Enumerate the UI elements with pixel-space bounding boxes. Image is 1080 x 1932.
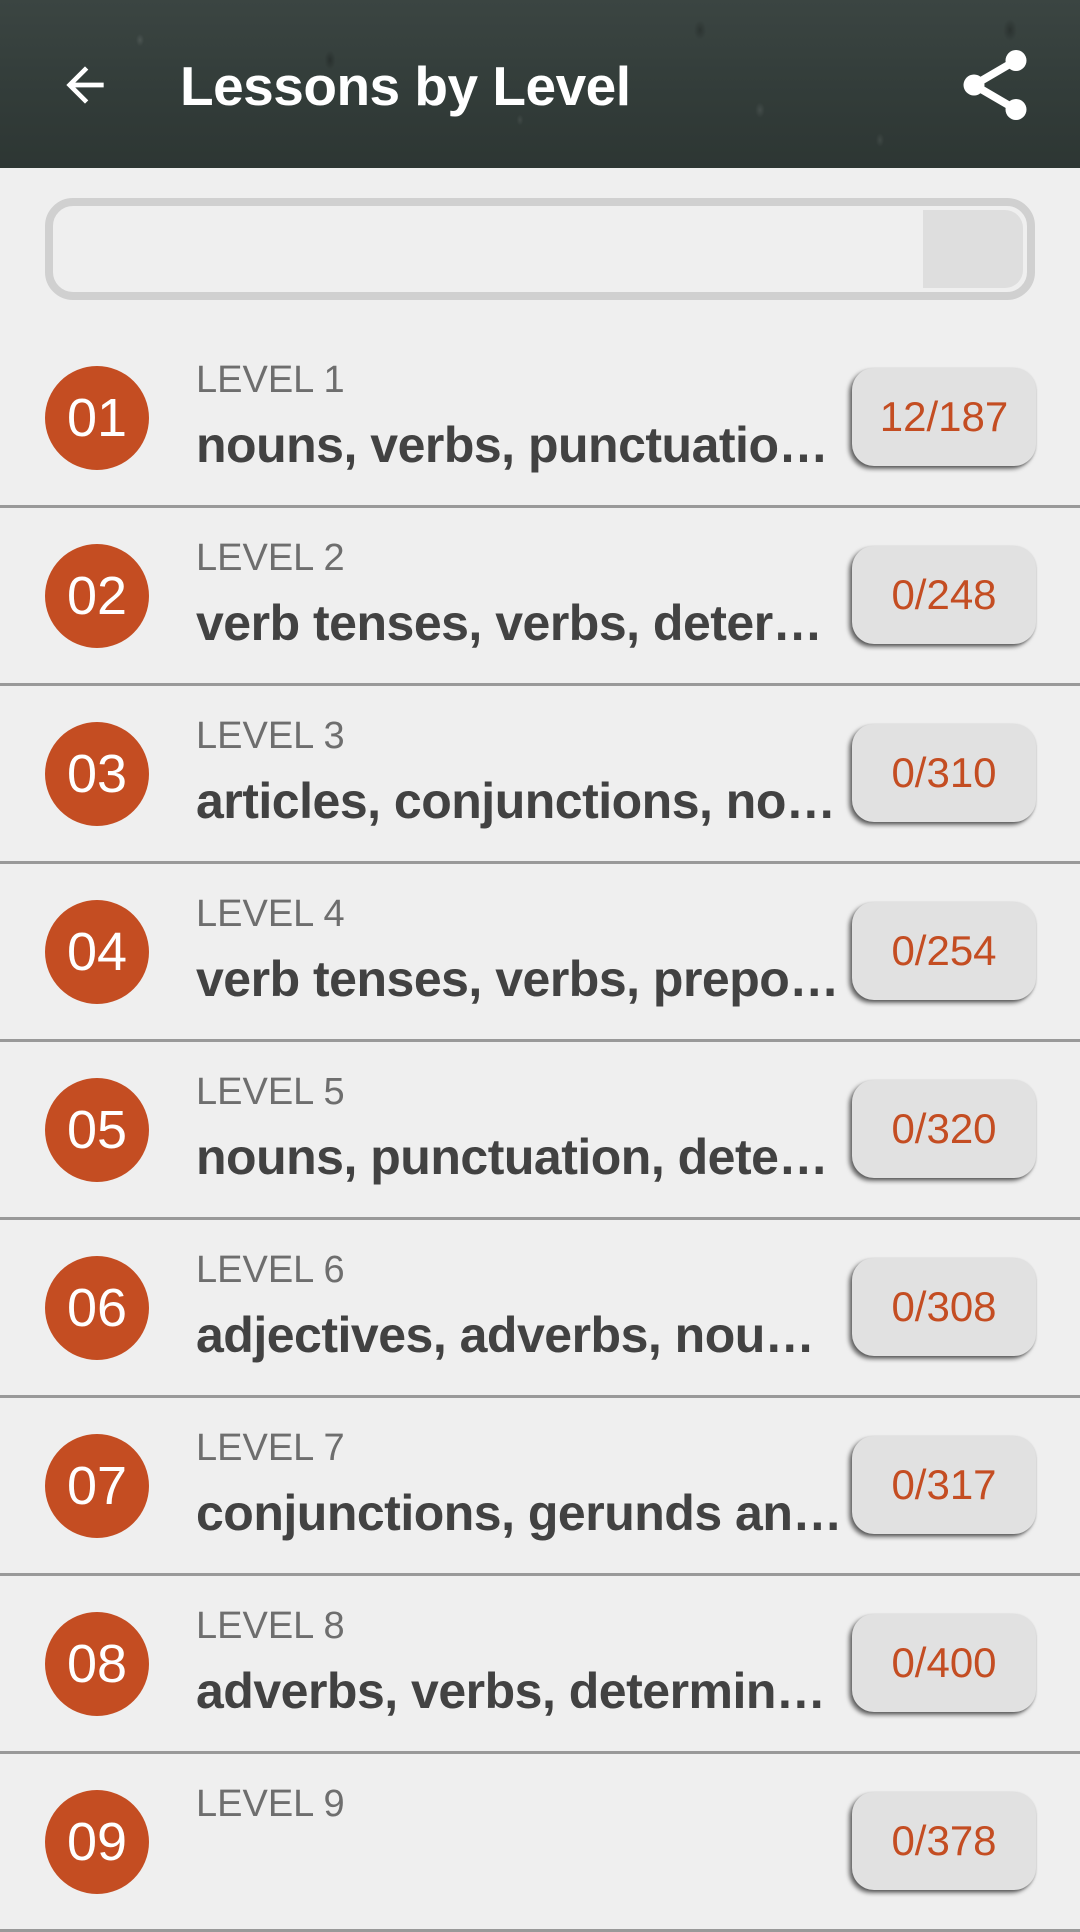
level-row[interactable]: 04 LEVEL 4 verb tenses, verbs, prepo… 0/… bbox=[0, 864, 1080, 1042]
level-topics: verb tenses, verbs, prepo… bbox=[196, 951, 839, 1007]
level-number-badge: 05 bbox=[45, 1078, 149, 1182]
level-label: LEVEL 8 bbox=[196, 1605, 345, 1647]
level-number-badge: 08 bbox=[45, 1612, 149, 1716]
share-icon bbox=[963, 50, 1027, 120]
level-list: 01 LEVEL 1 nouns, verbs, punctuatio… 12/… bbox=[0, 330, 1080, 1932]
level-row[interactable]: 02 LEVEL 2 verb tenses, verbs, deter… 0/… bbox=[0, 508, 1080, 686]
level-number-badge: 04 bbox=[45, 900, 149, 1004]
level-topics: adverbs, verbs, determin… bbox=[196, 1663, 826, 1719]
level-row[interactable]: 09 LEVEL 9 0/378 bbox=[0, 1754, 1080, 1932]
level-label: LEVEL 9 bbox=[196, 1783, 345, 1825]
level-row[interactable]: 01 LEVEL 1 nouns, verbs, punctuatio… 12/… bbox=[0, 330, 1080, 508]
level-topics: articles, conjunctions, no… bbox=[196, 773, 836, 829]
level-row[interactable]: 08 LEVEL 8 adverbs, verbs, determin… 0/4… bbox=[0, 1576, 1080, 1754]
level-label: LEVEL 6 bbox=[196, 1249, 345, 1291]
level-row[interactable]: 05 LEVEL 5 nouns, punctuation, dete… 0/3… bbox=[0, 1042, 1080, 1220]
level-progress-badge[interactable]: 0/248 bbox=[852, 546, 1036, 644]
overall-progress-bar bbox=[45, 198, 1035, 300]
level-progress-badge[interactable]: 0/254 bbox=[852, 902, 1036, 1000]
page-title: Lessons by Level bbox=[180, 55, 631, 117]
level-number-badge: 02 bbox=[45, 544, 149, 648]
level-label: LEVEL 1 bbox=[196, 359, 345, 401]
level-label: LEVEL 7 bbox=[196, 1427, 345, 1469]
level-topics: nouns, verbs, punctuatio… bbox=[196, 417, 828, 473]
level-number-badge: 07 bbox=[45, 1434, 149, 1538]
app-bar: Lessons by Level bbox=[0, 0, 1080, 168]
share-button[interactable] bbox=[950, 40, 1040, 130]
level-number-badge: 01 bbox=[45, 366, 149, 470]
level-progress-badge[interactable]: 0/308 bbox=[852, 1258, 1036, 1356]
level-progress-badge[interactable]: 12/187 bbox=[852, 368, 1036, 466]
level-row[interactable]: 03 LEVEL 3 articles, conjunctions, no… 0… bbox=[0, 686, 1080, 864]
level-progress-badge[interactable]: 0/320 bbox=[852, 1080, 1036, 1178]
level-topics: conjunctions, gerunds an… bbox=[196, 1485, 841, 1541]
arrow-left-icon bbox=[66, 66, 104, 104]
level-topics: adjectives, adverbs, nou… bbox=[196, 1307, 815, 1363]
level-number-badge: 06 bbox=[45, 1256, 149, 1360]
level-progress-badge[interactable]: 0/400 bbox=[852, 1614, 1036, 1712]
level-progress-badge[interactable]: 0/310 bbox=[852, 724, 1036, 822]
level-row[interactable]: 06 LEVEL 6 adjectives, adverbs, nou… 0/3… bbox=[0, 1220, 1080, 1398]
level-label: LEVEL 5 bbox=[196, 1071, 345, 1113]
level-topics: nouns, punctuation, dete… bbox=[196, 1129, 828, 1185]
progress-bar-track-end bbox=[923, 210, 1023, 288]
level-number-badge: 09 bbox=[45, 1790, 149, 1894]
back-button[interactable] bbox=[50, 50, 120, 120]
level-label: LEVEL 3 bbox=[196, 715, 345, 757]
level-row[interactable]: 07 LEVEL 7 conjunctions, gerunds an… 0/3… bbox=[0, 1398, 1080, 1576]
level-label: LEVEL 4 bbox=[196, 893, 345, 935]
level-label: LEVEL 2 bbox=[196, 537, 345, 579]
level-progress-badge[interactable]: 0/317 bbox=[852, 1436, 1036, 1534]
level-progress-badge[interactable]: 0/378 bbox=[852, 1792, 1036, 1890]
level-number-badge: 03 bbox=[45, 722, 149, 826]
level-topics: verb tenses, verbs, deter… bbox=[196, 595, 823, 651]
